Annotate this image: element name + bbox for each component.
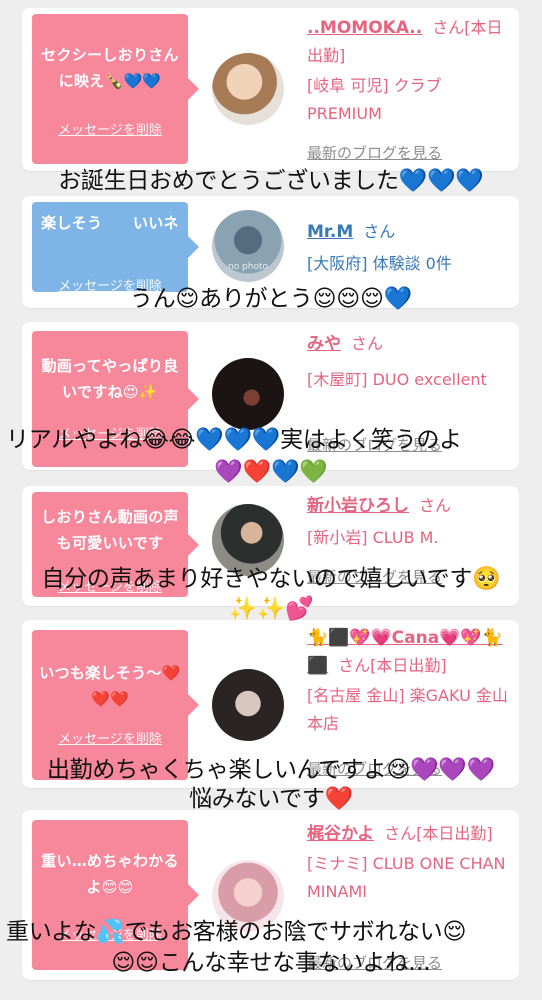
message-text: いつも楽しそう〜❤️❤️❤️ xyxy=(39,664,181,708)
reply-caption: 自分の声あまり好きやないので嬉しいです🥺 xyxy=(41,566,501,592)
delete-message-link[interactable]: メッセージを削除 xyxy=(32,119,188,138)
sender-name-link[interactable]: 梶谷かよ xyxy=(307,824,374,844)
sender-status: さん xyxy=(419,496,452,515)
reply-caption: リアルやよね😂😂💙💙💙実はよく笑うのよ xyxy=(6,427,462,453)
message-bubble: 楽しそう いいネ メッセージを削除 xyxy=(32,202,199,294)
message-text: 楽しそう いいネ xyxy=(41,214,179,232)
sender-status: さん xyxy=(351,334,384,353)
sender-location: [大阪府] 体験談 0件 xyxy=(307,254,452,273)
sender-location: [木屋町] DUO excellent xyxy=(307,370,487,389)
reply-caption: お誕生日おめでとうございました💙💙💙 xyxy=(58,168,484,194)
sender-info: 新小岩ひろし さん [新小岩] CLUB M. xyxy=(307,492,512,552)
sender-info: みや さん [木屋町] DUO excellent xyxy=(307,330,512,394)
sender-info: 梶谷かよ さん[本日出勤] [ミナミ] CLUB ONE CHAN MINAMI xyxy=(307,820,512,906)
avatar[interactable] xyxy=(212,53,284,125)
sender-info: 🐈⬛💖💗Cana💗💖🐈⬛ さん[本日出勤] [名古屋 金山] 楽GAKU 金山本店 xyxy=(307,624,512,738)
sender-name-link[interactable]: みや xyxy=(307,334,341,354)
reply-caption: ✨✨💕 xyxy=(228,596,314,622)
avatar[interactable] xyxy=(212,669,284,741)
sender-name-link[interactable]: Mr.M xyxy=(307,222,353,242)
sender-status: さん[本日出勤] xyxy=(384,824,493,843)
sender-location: [岐阜 可児] クラブ PREMIUM xyxy=(307,76,442,123)
sender-location: [名古屋 金山] 楽GAKU 金山本店 xyxy=(307,686,508,733)
sender-location: [新小岩] CLUB M. xyxy=(307,528,439,547)
reply-caption: 悩みないです❤️ xyxy=(189,786,353,812)
sender-info: Mr.M さん [大阪府] 体験談 0件 xyxy=(307,218,512,278)
message-text: 重い…めちゃわかるよ😊😊 xyxy=(41,852,179,896)
reply-caption: うん😌ありがとう😌😌😌💙 xyxy=(130,286,412,312)
message-text: セクシーしおりさんに映え🍾💙💙 xyxy=(41,46,179,90)
no-photo-caption: no photo xyxy=(227,262,269,272)
avatar[interactable] xyxy=(212,358,284,430)
latest-blog-link[interactable]: 最新のブログを見る xyxy=(307,142,442,163)
message-card: セクシーしおりさんに映え🍾💙💙 メッセージを削除 ..MOMOKA.. さん[本日… xyxy=(22,8,519,171)
avatar[interactable]: no photo xyxy=(212,210,284,282)
reply-caption: 💜❤️💙💚 xyxy=(214,459,328,485)
sender-name-link[interactable]: 新小岩ひろし xyxy=(307,496,409,516)
message-text: 動画ってやっぱり良いですね😍✨ xyxy=(41,357,179,401)
reply-caption: 重いよな💦でもお客様のお陰でサボれない😌 xyxy=(6,919,467,945)
message-bubble: セクシーしおりさんに映え🍾💙💙 メッセージを削除 xyxy=(32,14,199,164)
sender-status: さん[本日出勤] xyxy=(338,656,447,675)
reply-caption: 出勤めちゃくちゃ楽しいんですよ😌💜💜💜 xyxy=(46,757,496,783)
sender-name-link[interactable]: ..MOMOKA.. xyxy=(307,18,422,38)
message-text: しおりさん動画の声も可愛いいです xyxy=(41,508,179,552)
sender-info: ..MOMOKA.. さん[本日出勤] [岐阜 可児] クラブ PREMIUM xyxy=(307,14,512,128)
sender-location: [ミナミ] CLUB ONE CHAN MINAMI xyxy=(307,854,506,901)
reply-caption: 😌😌こんな幸せな事ないよね… xyxy=(111,950,431,976)
delete-message-link[interactable]: メッセージを削除 xyxy=(32,728,188,747)
sender-status: さん xyxy=(363,222,396,241)
